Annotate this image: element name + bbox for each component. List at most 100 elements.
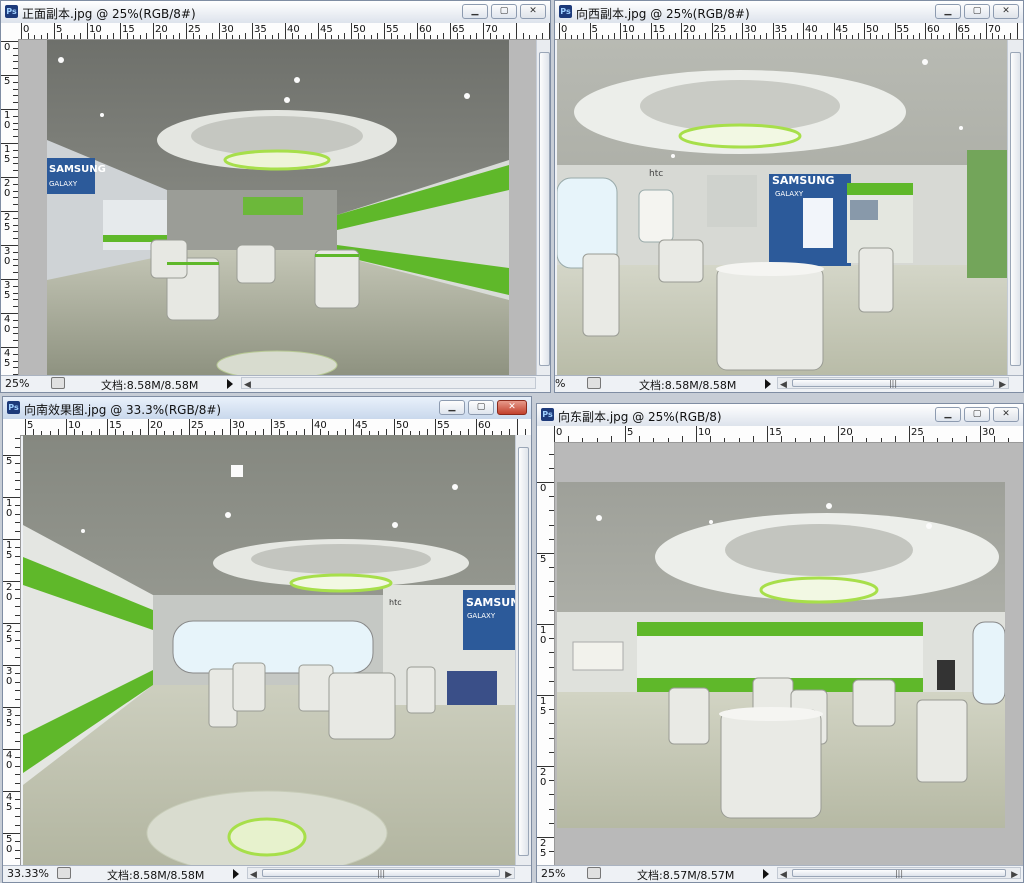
zoom-level[interactable]: % [555, 377, 565, 390]
render-image-east[interactable] [557, 482, 1005, 828]
ruler-tick [644, 33, 646, 39]
window-titlebar[interactable]: Ps 向南效果图.jpg @ 33.3%(RGB/8#) ▁ ▢ ✕ [3, 397, 531, 420]
window-titlebar[interactable]: Ps 向东副本.jpg @ 25%(RGB/8) ▁ ▢ ✕ [537, 404, 1023, 427]
scroll-left-arrow[interactable]: ◀ [780, 380, 787, 390]
document-window-front[interactable]: Ps 正面副本.jpg @ 25%(RGB/8#) ▁ ▢ ✕ 0 5 10 15 20… [0, 0, 551, 393]
doc-info-icon[interactable] [587, 377, 601, 389]
ruler-tick [864, 23, 865, 39]
ruler-tick [15, 799, 20, 801]
scroll-thumb[interactable] [539, 52, 550, 366]
doc-info-icon[interactable] [51, 377, 65, 389]
status-menu-arrow[interactable] [765, 379, 771, 389]
ruler-label: 15 [652, 24, 666, 35]
scroll-left-arrow[interactable]: ◀ [250, 870, 257, 880]
horizontal-ruler[interactable]: 0 5 10 15 20 25 30 [554, 426, 1023, 443]
scroll-thumb[interactable] [518, 447, 529, 856]
ruler-tick [15, 774, 20, 776]
ruler-tick [699, 35, 701, 39]
vertical-ruler[interactable]: 0 5 10 15 20 25 [537, 442, 555, 868]
zoom-level[interactable]: 25% [5, 377, 29, 390]
minimize-button[interactable]: ▁ [935, 4, 961, 19]
horizontal-scrollbar[interactable]: ◀ [241, 377, 536, 390]
ruler-tick [15, 480, 20, 482]
close-button[interactable]: ✕ [993, 407, 1019, 422]
ruler-corner[interactable] [537, 426, 555, 443]
ruler-tick [483, 23, 484, 39]
status-menu-arrow[interactable] [233, 869, 239, 879]
ruler-tick [15, 841, 20, 843]
ruler-tick [120, 23, 121, 39]
vertical-scrollbar[interactable] [536, 40, 550, 378]
vertical-ruler[interactable]: 0 5 10 15 20 25 30 35 40 45 [1, 39, 19, 378]
vertical-scrollbar[interactable] [515, 435, 531, 868]
ruler-tick [417, 23, 418, 39]
scroll-thumb[interactable]: ||| [792, 869, 1006, 878]
scroll-thumb[interactable]: ||| [262, 869, 500, 878]
minimize-button[interactable]: ▁ [462, 4, 488, 19]
ruler-label: 40 [287, 24, 300, 35]
ruler-label: 20 [840, 427, 853, 438]
scroll-left-arrow[interactable]: ◀ [780, 870, 787, 880]
ruler-tick [13, 156, 18, 158]
ruler-tick [13, 88, 18, 90]
doc-info-icon[interactable] [587, 867, 601, 879]
window-titlebar[interactable]: Ps 向西副本.jpg @ 25%(RGB/8#) ▁ ▢ ✕ [555, 1, 1023, 24]
status-menu-arrow[interactable] [227, 379, 233, 389]
scroll-right-arrow[interactable]: ▶ [1011, 870, 1018, 880]
horizontal-scrollbar[interactable]: ◀ ||| ▶ [247, 867, 515, 880]
horizontal-ruler[interactable]: 0 5 10 15 20 25 30 35 40 45 50 55 60 65 70 [18, 23, 550, 40]
maximize-button[interactable]: ▢ [964, 4, 990, 19]
horizontal-ruler[interactable]: 0 5 10 15 20 25 30 35 40 45 50 55 60 65 70 [555, 23, 1023, 40]
scroll-right-arrow[interactable]: ▶ [999, 380, 1006, 390]
ruler-tick [509, 33, 511, 39]
scroll-right-arrow[interactable]: ▶ [505, 870, 512, 880]
ruler-tick [549, 680, 554, 682]
vertical-ruler[interactable]: 5 10 15 20 25 30 35 40 45 50 [3, 435, 21, 868]
horizontal-ruler[interactable]: 5 10 15 20 25 30 35 40 45 50 55 60 [20, 419, 531, 436]
document-window-east[interactable]: Ps 向东副本.jpg @ 25%(RGB/8) ▁ ▢ ✕ 0 5 10 15 20 2… [536, 403, 1024, 883]
ruler-tick [384, 23, 385, 39]
ruler-tick [271, 35, 273, 39]
minimize-button[interactable]: ▁ [439, 400, 465, 415]
ruler-tick [516, 23, 517, 39]
ruler-label: 25 [188, 24, 201, 35]
minimize-button[interactable]: ▁ [935, 407, 961, 422]
render-image-front[interactable]: SAMSUNG GALAXY [47, 40, 509, 378]
ruler-tick [15, 589, 20, 591]
ruler-tick [951, 438, 953, 442]
ruler-tick [681, 23, 682, 39]
status-menu-arrow[interactable] [763, 869, 769, 879]
ruler-corner[interactable] [1, 23, 19, 40]
ruler-tick [549, 23, 550, 39]
window-titlebar[interactable]: Ps 正面副本.jpg @ 25%(RGB/8#) ▁ ▢ ✕ [1, 1, 550, 24]
ruler-tick [738, 438, 740, 442]
maximize-button[interactable]: ▢ [491, 4, 517, 19]
maximize-button[interactable]: ▢ [964, 407, 990, 422]
ruler-corner[interactable] [3, 419, 21, 436]
close-button[interactable]: ✕ [497, 400, 527, 415]
ruler-label: 40 [6, 750, 13, 771]
render-image-west[interactable]: htc SAMSUNG GALAXY [557, 40, 1007, 378]
scroll-left-arrow[interactable]: ◀ [244, 380, 251, 390]
doc-info-icon[interactable] [57, 867, 71, 879]
ruler-tick [107, 419, 108, 435]
scroll-thumb[interactable] [1010, 52, 1021, 366]
ruler-tick [15, 471, 20, 473]
ruler-tick [34, 35, 36, 39]
zoom-level[interactable]: 33.33% [7, 867, 49, 880]
close-button[interactable]: ✕ [993, 4, 1019, 19]
document-window-west[interactable]: Ps 向西副本.jpg @ 25%(RGB/8#) ▁ ▢ ✕ 0 5 10 15 20… [554, 0, 1024, 393]
zoom-level[interactable]: 25% [541, 867, 565, 880]
window-title: 向东副本.jpg @ 25%(RGB/8) [558, 410, 722, 424]
horizontal-scrollbar[interactable]: ◀ ||| ▶ [777, 377, 1009, 390]
ruler-label: 70 [485, 24, 498, 35]
document-window-south[interactable]: Ps 向南效果图.jpg @ 33.3%(RGB/8#) ▁ ▢ ✕ 5 10 15… [2, 396, 532, 883]
ruler-tick [909, 426, 910, 442]
close-button[interactable]: ✕ [520, 4, 546, 19]
scroll-thumb[interactable]: ||| [792, 379, 994, 388]
render-image-south[interactable]: SAMSUNG GALAXY htc [23, 435, 515, 868]
horizontal-scrollbar[interactable]: ◀ ||| ▶ [777, 867, 1021, 880]
maximize-button[interactable]: ▢ [468, 400, 494, 415]
vertical-scrollbar[interactable] [1007, 40, 1023, 378]
ruler-tick [1010, 33, 1012, 39]
